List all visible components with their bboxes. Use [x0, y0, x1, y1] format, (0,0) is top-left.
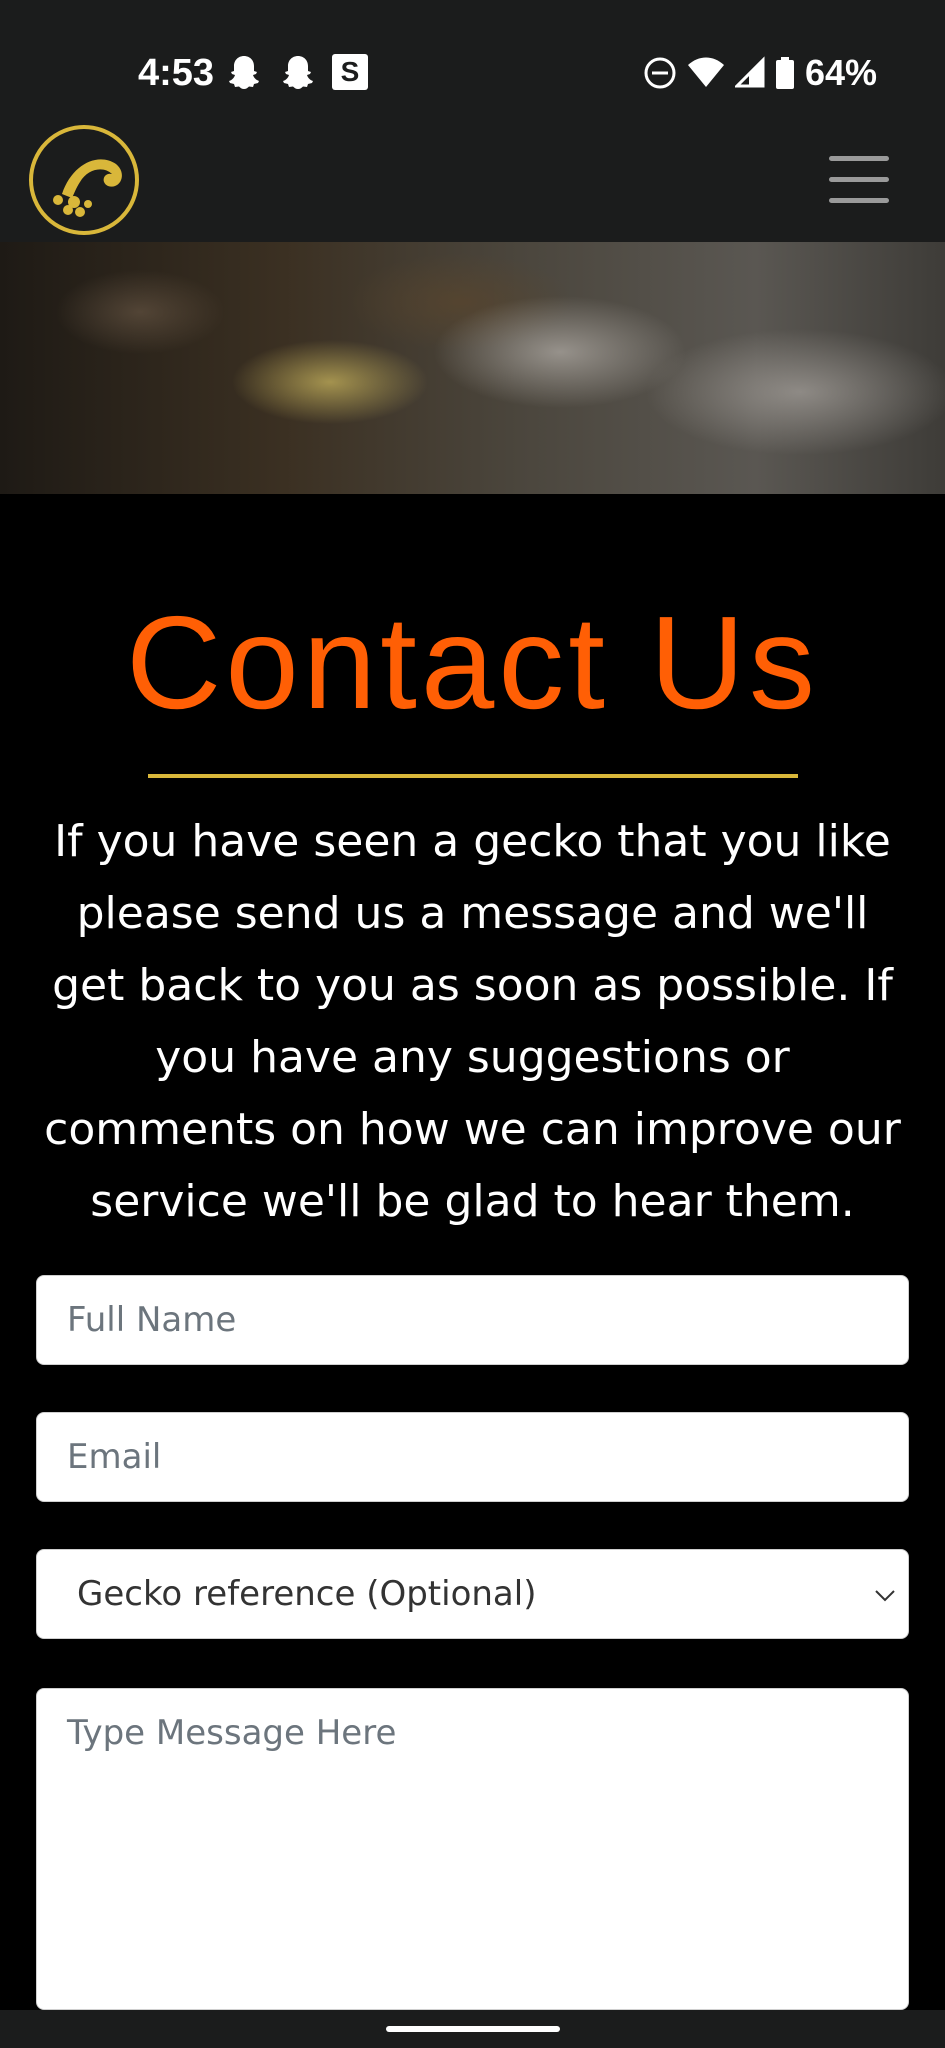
battery-icon: [775, 57, 794, 89]
do-not-disturb-icon: [644, 57, 676, 89]
snapchat-icon: [283, 56, 313, 89]
gecko-logo-icon[interactable]: [28, 124, 140, 236]
home-gesture-handle[interactable]: [386, 2026, 560, 2032]
full-name-field[interactable]: [36, 1275, 909, 1365]
system-icons: 64%: [643, 50, 877, 96]
gecko-reference-selected: Gecko reference (Optional): [77, 1574, 537, 1614]
signal-icon: [734, 56, 765, 88]
full-name-input[interactable]: [37, 1276, 908, 1364]
hamburger-menu-icon[interactable]: [829, 156, 889, 204]
wifi-icon: [687, 57, 724, 87]
snapchat-icon: [229, 56, 259, 89]
s-app-icon: S: [332, 54, 368, 90]
navigation-bar: [0, 2010, 945, 2048]
email-field[interactable]: [36, 1412, 909, 1502]
gecko-reference-select[interactable]: Gecko reference (Optional): [36, 1549, 909, 1639]
intro-text: If you have seen a gecko that you like p…: [44, 816, 901, 1227]
status-time: 4:53: [138, 52, 215, 94]
menu-line: [829, 198, 889, 203]
message-field[interactable]: [36, 1688, 909, 2010]
s-app-letter: S: [340, 56, 360, 87]
message-textarea[interactable]: [37, 1689, 908, 2009]
page-title: Contact Us: [126, 589, 819, 736]
hero-image: [0, 242, 945, 494]
notification-icons: S: [224, 52, 368, 92]
chevron-down-icon: [875, 1590, 895, 1602]
email-input[interactable]: [37, 1413, 908, 1501]
menu-line: [829, 156, 889, 161]
title-divider: [148, 774, 798, 778]
battery-percent: 64%: [804, 52, 877, 93]
menu-line: [829, 177, 889, 182]
site-header: [0, 118, 945, 242]
